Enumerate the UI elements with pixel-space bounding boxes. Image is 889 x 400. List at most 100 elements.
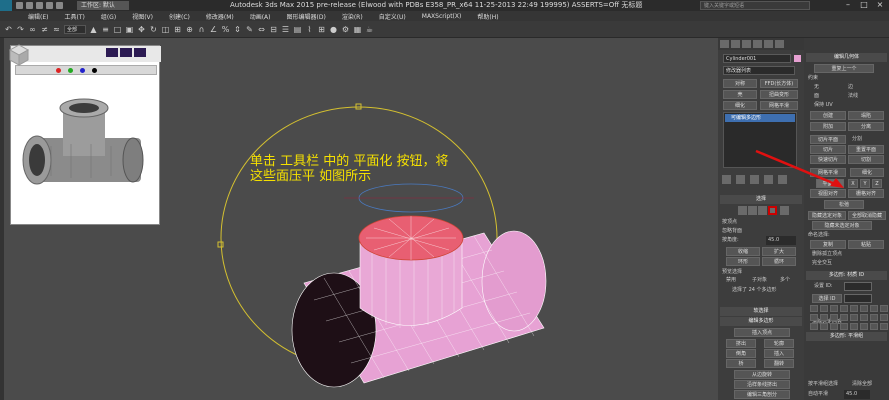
select-by-sg-button[interactable]: 按平滑组选择 (808, 380, 838, 389)
sg-button[interactable] (810, 323, 818, 330)
bevel-button[interactable]: 倒角 (726, 349, 756, 358)
split-checkbox[interactable]: 分割 (852, 135, 862, 144)
constraint-face-radio[interactable]: 面 (814, 92, 819, 101)
insert-vertex-button[interactable]: 插入顶点 (734, 328, 790, 337)
sg-button[interactable] (820, 314, 828, 321)
redo-icon[interactable]: ↷ (16, 25, 25, 34)
clear-all-button[interactable]: 清除全部 (852, 380, 872, 389)
close-icon[interactable]: × (873, 0, 887, 10)
curve-editor-icon[interactable]: ⌇ (305, 25, 314, 34)
unhide-all-button[interactable]: 全部取消隐藏 (848, 211, 886, 220)
search-input[interactable]: 键入关键字或短语 (700, 1, 810, 10)
sg-button[interactable] (880, 314, 888, 321)
edit-geometry-header[interactable]: 编辑几何体 (806, 53, 887, 62)
sg-button[interactable] (820, 305, 828, 312)
border-level-icon[interactable] (758, 206, 767, 215)
hide-selected-button[interactable]: 隐藏选定对象 (808, 211, 846, 220)
undo-icon[interactable]: ↶ (4, 25, 13, 34)
scale-icon[interactable]: ◫ (161, 25, 170, 34)
undo-icon[interactable] (46, 2, 53, 9)
preview-disabled-radio[interactable]: 禁用 (726, 276, 736, 285)
bind-space-warp-icon[interactable]: ≈ (52, 25, 61, 34)
polygon-level-icon[interactable] (768, 206, 777, 215)
sg-button[interactable] (830, 305, 838, 312)
unlink-icon[interactable]: ≠ (40, 25, 49, 34)
ring-button[interactable]: 环形 (726, 257, 760, 266)
shrink-button[interactable]: 收缩 (726, 247, 760, 256)
spinner-snap-icon[interactable]: ⇕ (233, 25, 242, 34)
edit-polygons-rollout-header[interactable]: 编辑多边形 (720, 317, 802, 326)
new-file-icon[interactable] (16, 2, 23, 9)
link-icon[interactable]: ∞ (28, 25, 37, 34)
menu-tools[interactable]: 工具(T) (56, 12, 92, 21)
full-interactivity-checkbox[interactable]: 完全交互 (812, 259, 832, 268)
autosmooth-button[interactable]: 自动平滑 (808, 390, 828, 399)
hierarchy-tab-icon[interactable] (742, 40, 751, 48)
sg-button[interactable] (830, 314, 838, 321)
selection-rollout-header[interactable]: 选择 (720, 195, 802, 204)
detach-button[interactable]: 分离 (848, 122, 884, 131)
perspective-viewport[interactable]: 单击 工具栏 中的 平面化 按钮，将 这些面压平 如图所示 (4, 38, 718, 400)
cut-button[interactable]: 切割 (848, 155, 884, 164)
smoothing-groups-header[interactable]: 多边形: 平滑组 (806, 332, 887, 341)
slice-plane-button[interactable]: 切片平面 (810, 135, 846, 144)
edge-level-icon[interactable] (748, 206, 757, 215)
named-sets-icon[interactable]: ✎ (245, 25, 254, 34)
sg-button[interactable] (830, 323, 838, 330)
window-crossing-icon[interactable]: ▣ (125, 25, 134, 34)
select-id-button[interactable]: 选择 ID (812, 294, 842, 303)
sg-button[interactable] (850, 323, 858, 330)
layer-icon[interactable]: ☰ (281, 25, 290, 34)
edit-triangulation-button[interactable]: 编辑三角剖分 (734, 390, 790, 399)
planar-y-button[interactable]: Y (860, 179, 870, 188)
align-icon[interactable]: ⊟ (269, 25, 278, 34)
paste-button[interactable]: 粘贴 (848, 240, 884, 249)
redo-icon[interactable] (56, 2, 63, 9)
ignore-backfacing-checkbox[interactable]: 忽略背面 (722, 227, 742, 236)
reset-plane-button[interactable]: 重置平面 (848, 145, 884, 154)
hide-unselected-button[interactable]: 隐藏未选定对象 (812, 221, 872, 230)
open-file-icon[interactable] (26, 2, 33, 9)
sg-button[interactable] (870, 305, 878, 312)
render-icon[interactable]: ☕ (365, 25, 374, 34)
select-by-name-icon[interactable]: ≡ (101, 25, 110, 34)
graphite-icon[interactable]: ▤ (293, 25, 302, 34)
by-vertex-checkbox[interactable]: 按顶点 (722, 218, 737, 227)
extrude-along-spline-button[interactable]: 沿样条线挤出 (734, 380, 790, 389)
modifier-list-dropdown[interactable]: 修改器列表 (723, 66, 795, 75)
shell-button[interactable]: 壳 (723, 90, 757, 99)
preview-multi-radio[interactable]: 多个 (780, 276, 790, 285)
display-tab-icon[interactable] (764, 40, 773, 48)
sg-button[interactable] (860, 314, 868, 321)
maximize-icon[interactable]: □ (857, 0, 871, 10)
sg-button[interactable] (860, 323, 868, 330)
percent-snap-icon[interactable]: % (221, 25, 230, 34)
vertex-level-icon[interactable] (738, 206, 747, 215)
grid-align-button[interactable]: 栅格对齐 (848, 189, 884, 198)
object-name-field[interactable]: Cylinder001 (723, 54, 791, 63)
modify-tab-icon[interactable] (731, 40, 740, 48)
menu-help[interactable]: 帮助(H) (469, 12, 506, 21)
reference-coord-icon[interactable]: ⊞ (173, 25, 182, 34)
menu-graph-editors[interactable]: 图形编辑器(D) (279, 12, 334, 21)
loop-button[interactable]: 循环 (762, 257, 796, 266)
pivot-icon[interactable]: ⊕ (185, 25, 194, 34)
delete-isolated-checkbox[interactable]: 删除孤立顶点 (812, 250, 842, 259)
rect-selection-icon[interactable]: □ (113, 25, 122, 34)
menu-rendering[interactable]: 渲染(R) (334, 12, 371, 21)
save-file-icon[interactable] (36, 2, 43, 9)
menu-create[interactable]: 创建(C) (161, 12, 198, 21)
render-setup-icon[interactable]: ⚙ (341, 25, 350, 34)
repeat-last-button[interactable]: 重复上一个 (814, 64, 874, 73)
menu-edit[interactable]: 编辑(E) (20, 12, 56, 21)
material-ids-header[interactable]: 多边形: 材质 ID (806, 271, 887, 280)
material-editor-icon[interactable]: ● (329, 25, 338, 34)
sg-button[interactable] (810, 305, 818, 312)
meshsmooth-button[interactable]: 网格平滑 (760, 101, 798, 110)
twist-deform-button[interactable]: 扭曲变形 (760, 90, 798, 99)
constraint-normal-radio[interactable]: 法线 (848, 92, 858, 101)
motion-tab-icon[interactable] (753, 40, 762, 48)
attach-button[interactable]: 附加 (810, 122, 846, 131)
menu-customize[interactable]: 自定义(U) (371, 12, 414, 21)
schematic-icon[interactable]: ⊞ (317, 25, 326, 34)
